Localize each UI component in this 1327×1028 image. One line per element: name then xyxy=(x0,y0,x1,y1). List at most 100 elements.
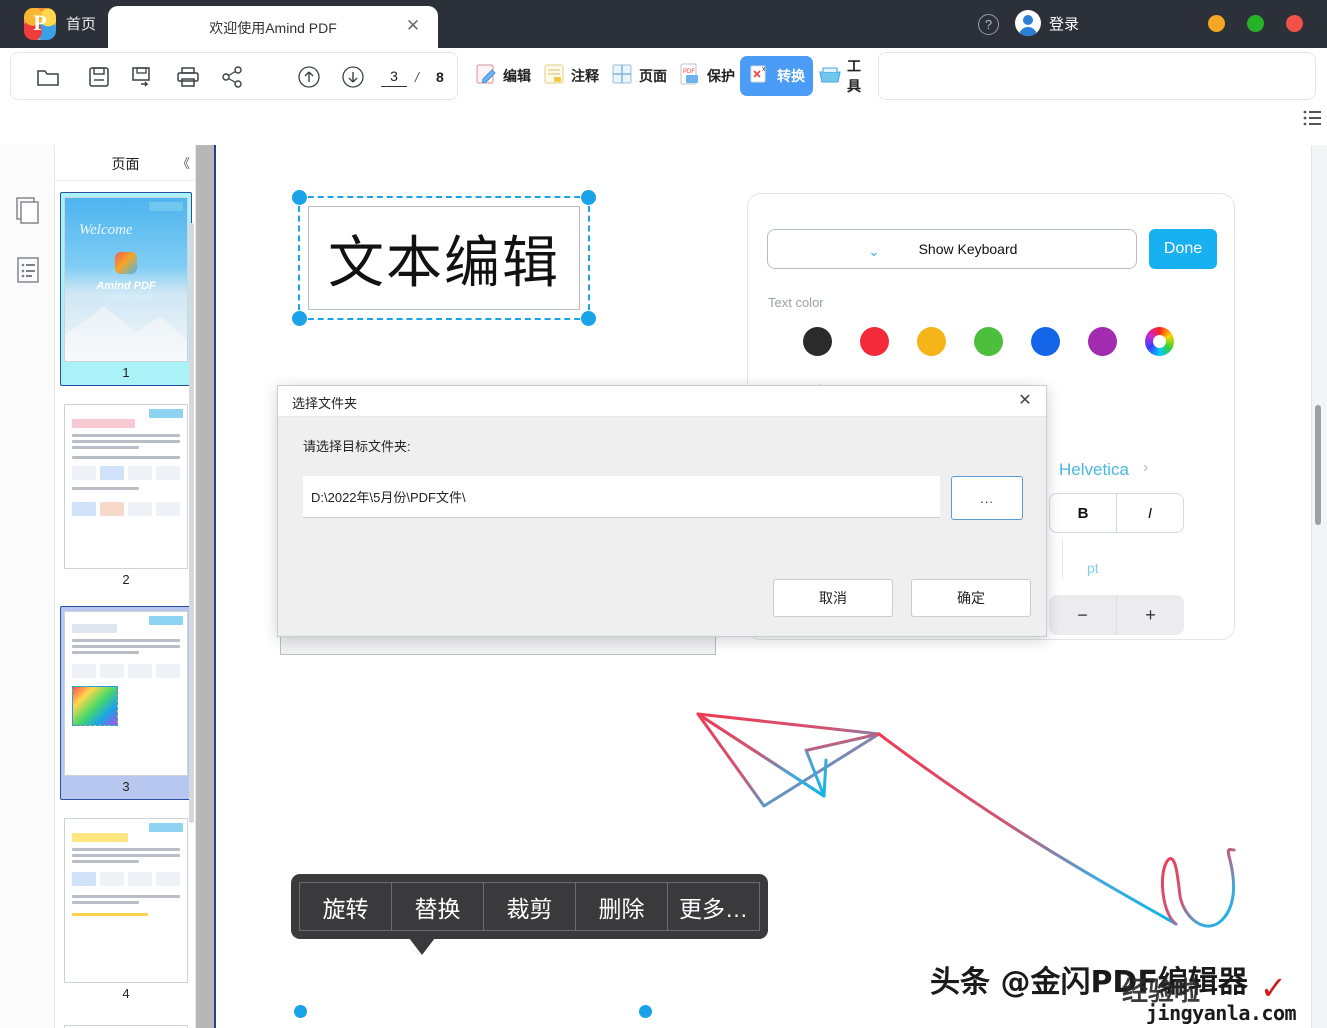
color-swatch-green[interactable] xyxy=(974,327,1003,356)
selected-text-object[interactable]: 文本编辑 xyxy=(292,190,596,326)
tab-tools-label: 工具 xyxy=(847,58,861,94)
tab-edit-label: 编辑 xyxy=(503,68,531,84)
context-menu-items: 旋转 替换 裁剪 删除 更多… xyxy=(299,882,760,931)
thumbnail-scrollbar[interactable] xyxy=(189,223,194,823)
menu-list-icon[interactable] xyxy=(1303,110,1321,131)
selection-dot-left[interactable] xyxy=(294,1005,307,1018)
context-menu-replace[interactable]: 替换 xyxy=(392,883,484,930)
watermark-check-icon: ✓ xyxy=(1260,970,1287,1006)
previous-page-button[interactable] xyxy=(294,62,324,92)
collapse-panel-icon[interactable]: 《 xyxy=(177,153,190,172)
color-swatch-red[interactable] xyxy=(860,327,889,356)
divider xyxy=(1062,539,1063,579)
text-color-swatches xyxy=(803,327,1174,356)
document-tab[interactable]: 欢迎使用Amind PDF ✕ xyxy=(108,6,438,48)
selected-text-content: 文本编辑 xyxy=(308,206,580,310)
watermark-domain-text: jingyanla.com xyxy=(1146,1001,1297,1025)
login-button[interactable]: 登录 xyxy=(1015,10,1079,38)
thumbnail-list[interactable]: Welcome Amind PDF 一款好用的PDF编辑器 1 2 3 4 xyxy=(55,181,195,1028)
thumbnail-image xyxy=(64,818,188,983)
tab-page-label: 页面 xyxy=(639,68,667,84)
resize-handle-bottom-right[interactable] xyxy=(581,311,596,326)
color-swatch-purple[interactable] xyxy=(1088,327,1117,356)
tab-protect[interactable]: PDF 保护 xyxy=(670,56,743,96)
share-icon[interactable] xyxy=(217,62,247,92)
thumbnail-image xyxy=(64,611,188,776)
selection-dot-right[interactable] xyxy=(639,1005,652,1018)
color-swatch-black[interactable] xyxy=(803,327,832,356)
tab-edit[interactable]: 编辑 xyxy=(466,56,539,96)
login-label: 登录 xyxy=(1049,15,1080,33)
thumb3-title-bar xyxy=(72,624,118,633)
convert-icon: x xyxy=(748,62,772,91)
done-button[interactable]: Done xyxy=(1149,229,1217,269)
tab-page[interactable]: 页面 xyxy=(602,56,675,96)
dialog-title: 选择文件夹 xyxy=(292,396,358,411)
page-number-input[interactable] xyxy=(381,68,407,87)
tab-tools[interactable]: 工具 xyxy=(810,56,874,96)
thumbnail-number: 4 xyxy=(122,986,130,1001)
document-tab-title: 欢迎使用Amind PDF xyxy=(209,20,337,36)
color-swatch-yellow[interactable] xyxy=(917,327,946,356)
canvas-left-gutter xyxy=(196,145,216,1028)
watermark: 头条 @金闪PDF编辑器 经验啦 ✓ jingyanla.com xyxy=(930,957,1297,1025)
outline-panel-icon[interactable] xyxy=(13,255,43,285)
file-toolbar-panel: / 8 xyxy=(10,52,458,100)
vertical-scrollbar-thumb[interactable] xyxy=(1315,405,1321,525)
browse-folder-button[interactable]: ... xyxy=(951,476,1023,520)
show-keyboard-select[interactable]: ⌄ Show Keyboard xyxy=(767,229,1137,269)
image-context-menu: 旋转 替换 裁剪 删除 更多… xyxy=(291,874,768,955)
thumbnail-image: Welcome Amind PDF 一款好用的PDF编辑器 xyxy=(64,197,188,362)
font-size-decrease-button[interactable]: − xyxy=(1049,595,1117,635)
save-icon[interactable] xyxy=(84,62,114,92)
color-swatch-blue[interactable] xyxy=(1031,327,1060,356)
svg-text:x: x xyxy=(762,66,766,73)
pages-panel-icon[interactable] xyxy=(13,195,43,225)
thumbnail-number: 2 xyxy=(122,572,130,587)
resize-handle-bottom-left[interactable] xyxy=(292,311,307,326)
app-logo-icon xyxy=(24,8,56,40)
save-as-icon[interactable] xyxy=(128,62,158,92)
context-menu-delete[interactable]: 删除 xyxy=(576,883,668,930)
maximize-button[interactable] xyxy=(1247,15,1264,32)
toolbox-icon xyxy=(818,62,842,91)
minimize-button[interactable] xyxy=(1208,15,1225,32)
font-size-increase-button[interactable]: + xyxy=(1117,595,1184,635)
close-tab-icon[interactable]: ✕ xyxy=(404,17,422,35)
font-name-label[interactable]: Helvetica xyxy=(1059,460,1129,480)
cancel-button[interactable]: 取消 xyxy=(773,579,893,617)
context-menu-rotate[interactable]: 旋转 xyxy=(300,883,392,930)
context-menu-crop[interactable]: 裁剪 xyxy=(484,883,576,930)
resize-handle-top-left[interactable] xyxy=(292,190,307,205)
tab-comment[interactable]: 注释 xyxy=(534,56,607,96)
bold-button[interactable]: B xyxy=(1050,494,1117,532)
toolbar-area: / 8 编辑 注释 页面 PDF 保护 xyxy=(0,48,1327,178)
tab-protect-label: 保护 xyxy=(707,68,735,84)
chevron-right-icon[interactable]: › xyxy=(1143,459,1148,477)
dialog-prompt: 请选择目标文件夹: xyxy=(303,439,411,454)
thumbnail-panel-header: 页面 《 xyxy=(55,145,195,181)
close-icon[interactable]: ✕ xyxy=(1014,390,1036,412)
watermark-overlay-text: 经验啦 xyxy=(1122,977,1201,1007)
tab-convert[interactable]: x 转换 xyxy=(740,56,813,96)
color-swatch-custom[interactable] xyxy=(1145,327,1174,356)
thumb2-title-bar xyxy=(72,419,135,428)
dialog-header: 选择文件夹 ✕ xyxy=(278,386,1046,417)
print-icon[interactable] xyxy=(173,62,203,92)
show-keyboard-label: Show Keyboard xyxy=(918,241,1018,257)
italic-button[interactable]: I xyxy=(1117,494,1183,532)
resize-handle-top-right[interactable] xyxy=(581,190,596,205)
close-window-button[interactable] xyxy=(1286,15,1303,32)
context-menu-more[interactable]: 更多… xyxy=(668,883,759,930)
watermark-main-text: 头条 @金闪PDF编辑器 xyxy=(930,965,1248,1000)
home-tab[interactable]: 首页 xyxy=(66,13,96,34)
selected-text-label: 文本编辑 xyxy=(328,230,560,296)
next-page-button[interactable] xyxy=(338,62,368,92)
open-folder-icon[interactable] xyxy=(33,62,63,92)
context-menu-arrow xyxy=(409,938,435,955)
folder-path-input[interactable] xyxy=(303,476,940,518)
confirm-button[interactable]: 确定 xyxy=(911,579,1031,617)
help-icon[interactable]: ? xyxy=(978,14,999,35)
ribbon-tabs-panel: 编辑 注释 页面 PDF 保护 x 转换 工具 xyxy=(462,52,874,100)
view-toolbar-panel: |:| ▼ − + T xyxy=(878,52,1316,100)
